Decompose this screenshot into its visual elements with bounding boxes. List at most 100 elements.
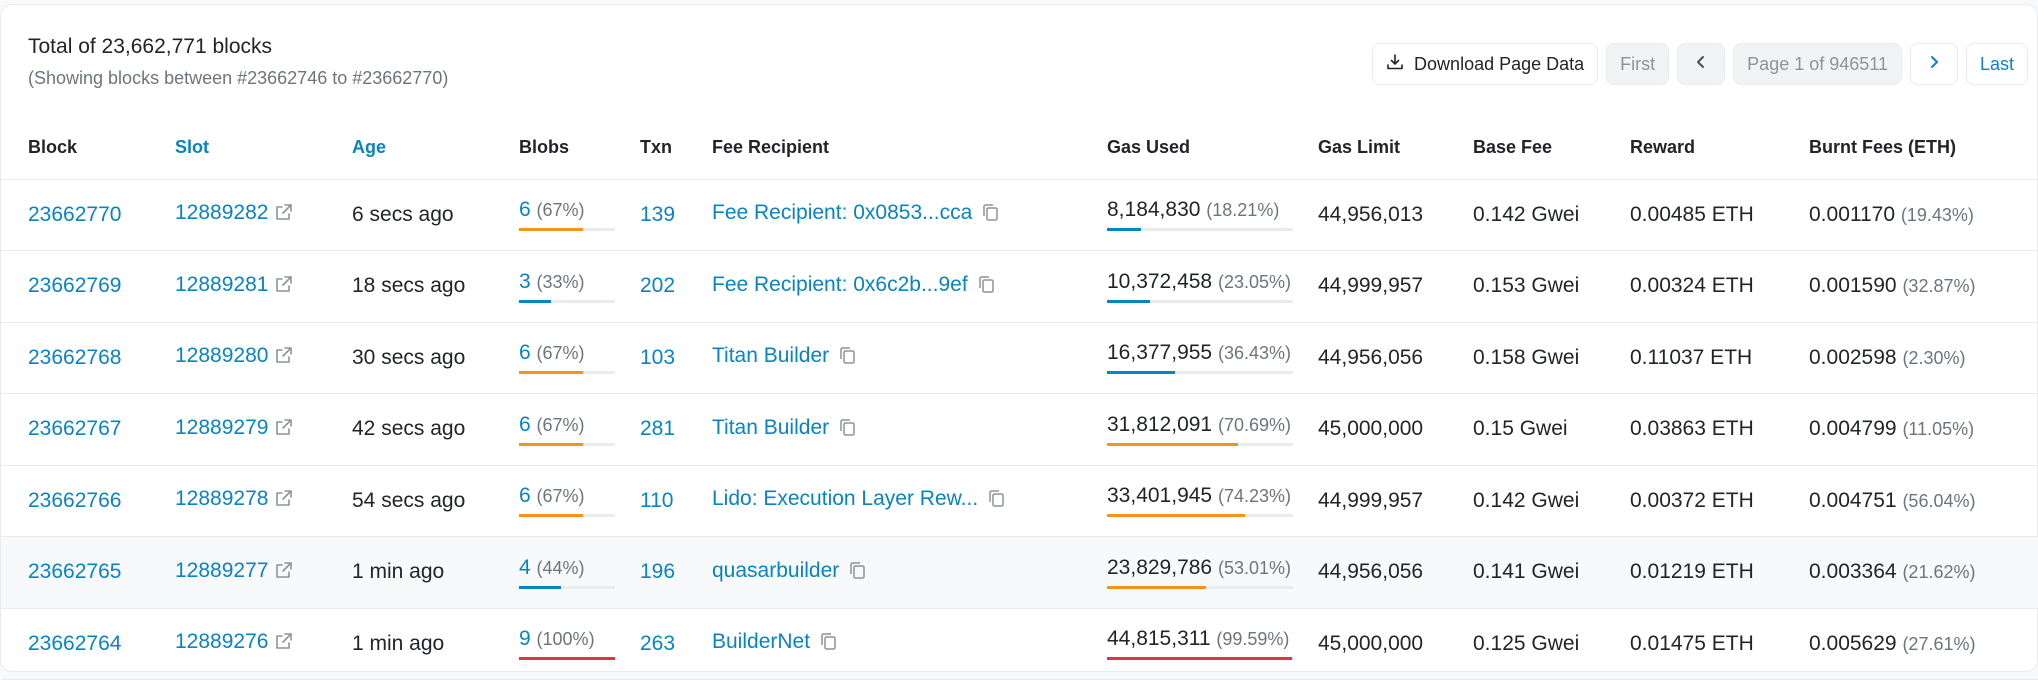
burnt-fees-cell: 0.001590 (32.87%)	[1809, 250, 2038, 323]
burnt-fees-cell: 0.003364 (21.62%)	[1809, 536, 2038, 609]
blobs-count-link[interactable]: 6	[519, 341, 531, 364]
col-reward: Reward	[1630, 117, 1809, 180]
col-gas-used: Gas Used	[1107, 117, 1318, 180]
gas-progress-fill	[1107, 514, 1246, 518]
fee-recipient-link[interactable]: Lido: Execution Layer Rew...	[712, 487, 978, 510]
last-page-button[interactable]: Last	[1965, 43, 2028, 85]
age-cell: 1 min ago	[352, 608, 519, 680]
burnt-fees-value: 0.004799	[1809, 417, 1897, 441]
copy-icon[interactable]	[820, 632, 837, 657]
slot-cell: 12889280	[175, 322, 352, 394]
blocks-card: Total of 23,662,771 blocks (Showing bloc…	[0, 4, 2038, 680]
fee-recipient-cell: Fee Recipient: 0x0853...cca	[712, 179, 1107, 251]
gas-used-percent: (18.21%)	[1206, 200, 1280, 221]
showing-range-text: (Showing blocks between #23662746 to #23…	[28, 68, 449, 88]
gas-used-percent: (74.23%)	[1217, 486, 1291, 507]
slot-link[interactable]: 12889280	[175, 344, 268, 367]
txn-count-link[interactable]: 196	[640, 560, 675, 583]
fee-recipient-link[interactable]: Fee Recipient: 0x0853...cca	[712, 201, 972, 224]
block-number-link[interactable]: 23662764	[28, 632, 121, 655]
external-link-icon[interactable]	[274, 560, 294, 586]
block-cell: 23662764	[1, 608, 175, 680]
burnt-fees-value: 0.005629	[1809, 631, 1897, 655]
fee-recipient-link[interactable]: quasarbuilder	[712, 559, 839, 582]
col-blobs: Blobs	[519, 117, 640, 180]
age-cell: 6 secs ago	[352, 179, 519, 251]
slot-link[interactable]: 12889277	[175, 559, 268, 582]
gas-used-cell: 8,184,830 (18.21%)	[1107, 179, 1318, 251]
slot-link[interactable]: 12889281	[175, 273, 268, 296]
table-row: 23662764 12889276 1 min ago 9 (100%) 263 Buil…	[1, 608, 2038, 680]
gas-limit-cell: 44,956,013	[1318, 179, 1473, 251]
slot-link[interactable]: 12889282	[175, 201, 268, 224]
blobs-count-link[interactable]: 6	[519, 484, 531, 507]
copy-icon[interactable]	[988, 489, 1005, 514]
block-cell: 23662769	[1, 250, 175, 323]
block-number-link[interactable]: 23662768	[28, 346, 121, 369]
fee-recipient-link[interactable]: Fee Recipient: 0x6c2b...9ef	[712, 273, 968, 296]
external-link-icon[interactable]	[274, 345, 294, 371]
gas-limit-cell: 45,000,000	[1318, 608, 1473, 680]
txn-cell: 139	[640, 179, 712, 251]
prev-page-button[interactable]	[1677, 43, 1726, 85]
block-number-link[interactable]: 23662766	[28, 489, 121, 512]
slot-cell: 12889276	[175, 608, 352, 680]
fee-recipient-cell: Titan Builder	[712, 393, 1107, 466]
external-link-icon[interactable]	[274, 631, 294, 657]
txn-count-link[interactable]: 263	[640, 632, 675, 655]
col-age[interactable]: Age	[352, 117, 519, 180]
base-fee-cell: 0.158 Gwei	[1473, 322, 1630, 394]
copy-icon[interactable]	[839, 418, 856, 443]
reward-cell: 0.00324 ETH	[1630, 250, 1809, 323]
blobs-count-link[interactable]: 6	[519, 198, 531, 221]
txn-count-link[interactable]: 202	[640, 274, 675, 297]
block-number-link[interactable]: 23662767	[28, 417, 121, 440]
fee-recipient-link[interactable]: Titan Builder	[712, 344, 829, 367]
fee-recipient-cell: Fee Recipient: 0x6c2b...9ef	[712, 250, 1107, 323]
base-fee-cell: 0.141 Gwei	[1473, 536, 1630, 609]
blobs-count-link[interactable]: 9	[519, 627, 531, 650]
external-link-icon[interactable]	[274, 274, 294, 300]
txn-cell: 103	[640, 322, 712, 394]
copy-icon[interactable]	[849, 561, 866, 586]
external-link-icon[interactable]	[274, 488, 294, 514]
slot-link[interactable]: 12889279	[175, 416, 268, 439]
download-icon	[1386, 53, 1404, 76]
external-link-icon[interactable]	[274, 417, 294, 443]
burnt-fees-percent: (27.61%)	[1902, 633, 1976, 654]
slot-link[interactable]: 12889278	[175, 487, 268, 510]
blobs-count-link[interactable]: 3	[519, 270, 531, 293]
base-fee-cell: 0.142 Gwei	[1473, 179, 1630, 251]
slot-link[interactable]: 12889276	[175, 630, 268, 653]
copy-icon[interactable]	[978, 275, 995, 300]
external-link-icon[interactable]	[274, 202, 294, 228]
col-slot[interactable]: Slot	[175, 117, 352, 180]
fee-recipient-cell: Lido: Execution Layer Rew...	[712, 465, 1107, 537]
gas-progress-bar	[1107, 585, 1293, 589]
burnt-fees-cell: 0.002598 (2.30%)	[1809, 322, 2038, 394]
blobs-count-link[interactable]: 4	[519, 556, 531, 579]
txn-count-link[interactable]: 110	[640, 489, 673, 512]
gas-progress-bar	[1107, 228, 1293, 232]
block-number-link[interactable]: 23662770	[28, 203, 121, 226]
gas-used-value: 33,401,945	[1107, 484, 1213, 508]
gas-used-percent: (23.05%)	[1217, 271, 1291, 292]
copy-icon[interactable]	[839, 346, 856, 371]
block-number-link[interactable]: 23662765	[28, 560, 121, 583]
block-number-link[interactable]: 23662769	[28, 274, 121, 297]
gas-limit-cell: 44,956,056	[1318, 322, 1473, 394]
blobs-progress-bar	[519, 442, 615, 446]
txn-count-link[interactable]: 281	[640, 417, 675, 440]
fee-recipient-link[interactable]: Titan Builder	[712, 416, 829, 439]
txn-count-link[interactable]: 139	[640, 203, 675, 226]
gas-progress-bar	[1107, 514, 1293, 518]
blobs-count-link[interactable]: 6	[519, 413, 531, 436]
next-page-button[interactable]	[1909, 43, 1958, 85]
first-page-button[interactable]: First	[1606, 43, 1670, 85]
txn-count-link[interactable]: 103	[640, 346, 675, 369]
download-page-data-button[interactable]: Download Page Data	[1372, 43, 1599, 85]
fee-recipient-link[interactable]: BuilderNet	[712, 630, 810, 653]
gas-used-value: 44,815,311	[1107, 627, 1211, 651]
gas-used-value: 10,372,458	[1107, 269, 1213, 293]
copy-icon[interactable]	[982, 203, 999, 228]
